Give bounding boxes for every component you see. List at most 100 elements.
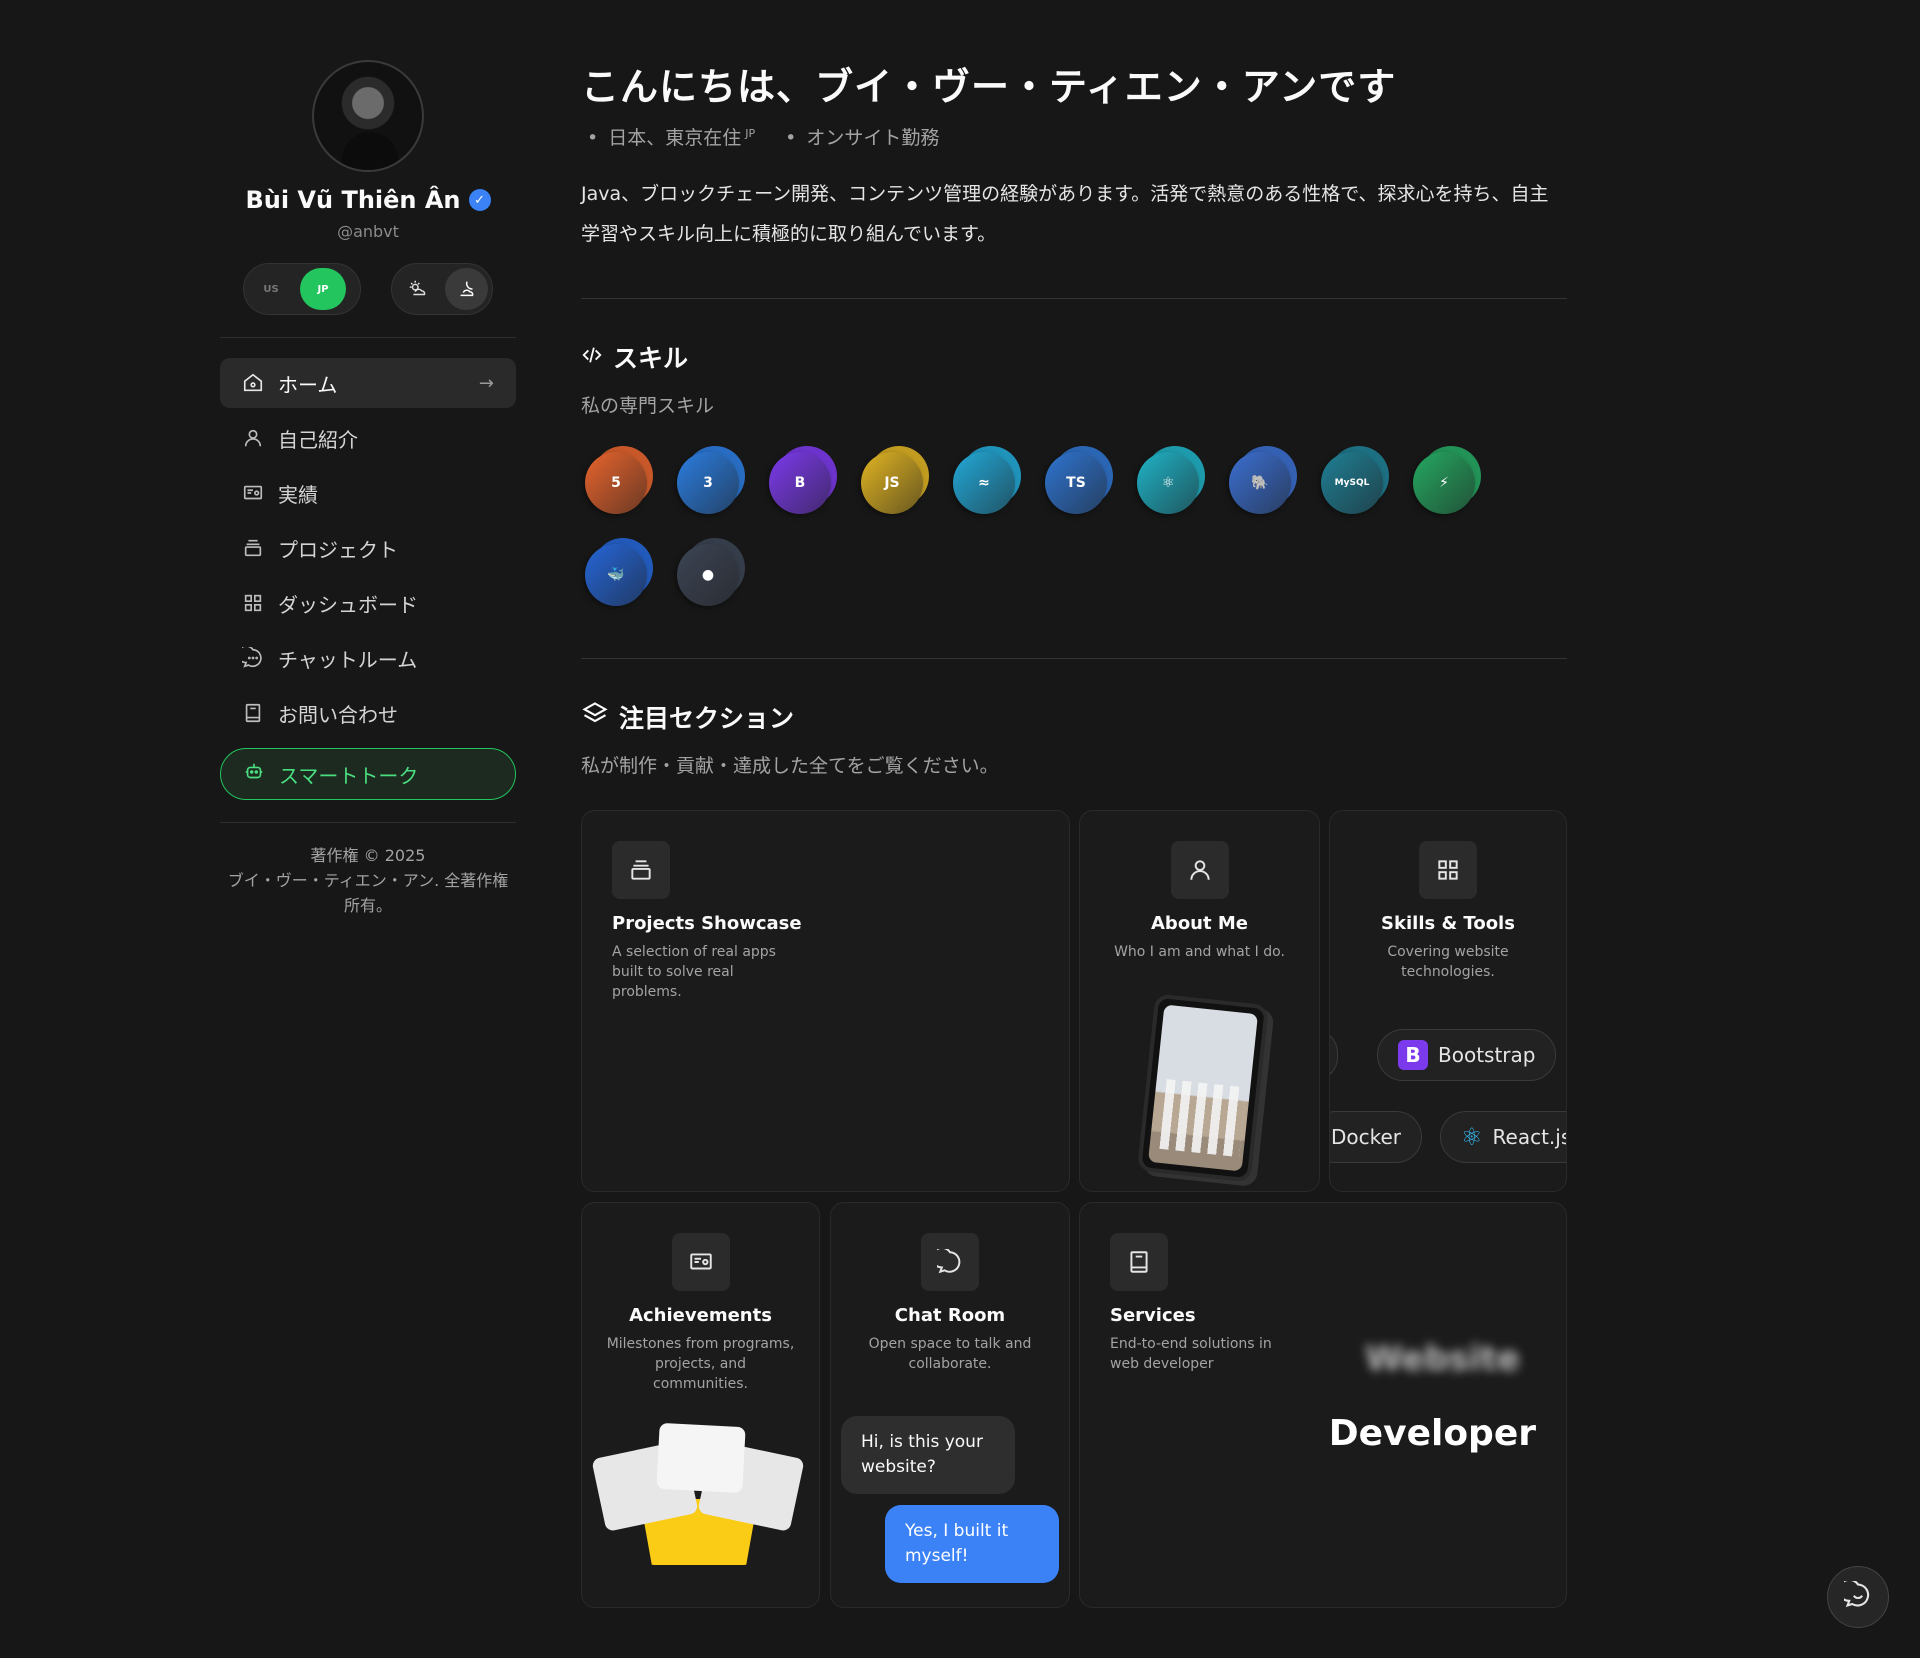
services-word-main: Developer bbox=[1328, 1413, 1536, 1454]
book-icon bbox=[242, 702, 264, 724]
skill-badge[interactable]: 3 bbox=[673, 446, 745, 518]
skill-glyph: 5 bbox=[611, 475, 621, 491]
skill-pill-partial: l bbox=[1330, 1029, 1338, 1081]
skill-icon: ● bbox=[677, 544, 739, 606]
nav-item-about[interactable]: 自己紹介 bbox=[220, 413, 516, 463]
skill-badge[interactable]: B bbox=[765, 446, 837, 518]
skill-badge[interactable]: ⚡ bbox=[1409, 446, 1481, 518]
skill-icon: MySQL bbox=[1321, 452, 1383, 514]
skill-icon: B bbox=[769, 452, 831, 514]
card-desc: Milestones from programs, projects, and … bbox=[606, 1336, 795, 1392]
skill-badge[interactable]: ≈ bbox=[949, 446, 1021, 518]
skill-icon: ⚡ bbox=[1413, 452, 1475, 514]
card-desc: Who I am and what I do. bbox=[1114, 944, 1285, 960]
chat-fab-button[interactable] bbox=[1827, 1566, 1889, 1628]
skill-icon: TS bbox=[1045, 452, 1107, 514]
about-card[interactable]: About Me Who I am and what I do. bbox=[1079, 810, 1320, 1192]
chat-room-card[interactable]: Chat Room Open space to talk and collabo… bbox=[830, 1202, 1070, 1608]
book-icon bbox=[1110, 1233, 1168, 1291]
card-title: Services bbox=[1110, 1305, 1196, 1326]
nav-label: ダッシュボード bbox=[278, 592, 418, 617]
achievements-card[interactable]: Achievements Milestones from programs, p… bbox=[581, 1202, 820, 1608]
skills-title: スキル bbox=[613, 344, 689, 373]
projects-card[interactable]: Projects Showcase A selection of real ap… bbox=[581, 810, 1070, 1192]
skill-glyph: TS bbox=[1066, 475, 1086, 491]
chat-icon bbox=[1837, 1578, 1872, 1613]
nav-label: ホーム bbox=[278, 372, 338, 397]
skills-tools-card[interactable]: Skills & Tools Covering website technolo… bbox=[1329, 810, 1567, 1192]
sidebar-divider-bottom bbox=[220, 822, 516, 823]
sidebar: Bùi Vũ Thiên Ân ✓ @anbvt US JP ホーム → 自己紹… bbox=[220, 60, 516, 918]
skill-icon: 🐘 bbox=[1229, 452, 1291, 514]
card-title: Skills & Tools bbox=[1381, 913, 1515, 934]
theme-toggle[interactable] bbox=[391, 263, 493, 315]
skill-pill-label: Bootstrap bbox=[1438, 1043, 1536, 1067]
nav-label: 実績 bbox=[278, 482, 318, 507]
skill-badge[interactable]: ⚛ bbox=[1133, 446, 1205, 518]
skill-glyph: JS bbox=[884, 475, 900, 491]
skill-glyph: 3 bbox=[703, 475, 713, 491]
skill-badge[interactable]: TS bbox=[1041, 446, 1113, 518]
chat-icon bbox=[242, 647, 264, 669]
nav-item-achievements[interactable]: 実績 bbox=[220, 468, 516, 518]
user-icon bbox=[1170, 841, 1229, 899]
profile-name: Bùi Vũ Thiên Ân bbox=[245, 186, 461, 214]
language-toggle[interactable]: US JP bbox=[243, 263, 361, 315]
sidebar-divider bbox=[220, 337, 516, 338]
card-desc: End-to-end solutions in web developer bbox=[1110, 1336, 1272, 1372]
smart-talk-button[interactable]: スマートトーク bbox=[220, 748, 516, 800]
dark-theme-icon[interactable] bbox=[445, 268, 488, 310]
chat-bubble-incoming: Hi, is this your website? bbox=[841, 1416, 1015, 1494]
featured-heading: 注目セクション bbox=[581, 699, 1567, 735]
skill-icon: 3 bbox=[677, 452, 739, 514]
skill-badge[interactable]: ● bbox=[673, 538, 745, 610]
stack-icon bbox=[612, 841, 670, 899]
section-divider bbox=[581, 298, 1567, 299]
skill-glyph: ● bbox=[701, 567, 715, 583]
hero-meta: 日本、東京在住JP オンサイト勤務 bbox=[581, 123, 1567, 150]
profile-handle: @anbvt bbox=[337, 222, 399, 241]
nav-label: チャットルーム bbox=[278, 647, 418, 672]
dashboard-icon bbox=[242, 592, 264, 614]
work-mode: オンサイト勤務 bbox=[785, 123, 939, 150]
dashboard-icon bbox=[1419, 841, 1477, 899]
skill-badge[interactable]: MySQL bbox=[1317, 446, 1389, 518]
nav-item-home[interactable]: ホーム → bbox=[220, 358, 516, 408]
skill-pill-label: React.js bbox=[1492, 1125, 1567, 1149]
services-card[interactable]: Services End-to-end solutions in web dev… bbox=[1079, 1202, 1567, 1608]
nav-item-chatroom[interactable]: チャットルーム bbox=[220, 633, 516, 683]
nav-item-dashboard[interactable]: ダッシュボード bbox=[220, 578, 516, 628]
skill-glyph: B bbox=[794, 475, 806, 491]
skills-subtitle: 私の専門スキル bbox=[581, 395, 715, 417]
nav-item-projects[interactable]: プロジェクト bbox=[220, 523, 516, 573]
user-icon bbox=[242, 427, 264, 449]
profile-name-row: Bùi Vũ Thiên Ân ✓ bbox=[220, 186, 516, 214]
skill-glyph: 🐳 bbox=[607, 567, 625, 583]
card-title: Projects Showcase bbox=[612, 913, 802, 934]
skill-icon: ⚛ bbox=[1137, 452, 1199, 514]
bio: Java、ブロックチェーン開発、コンテンツ管理の経験があります。活発で熱意のある… bbox=[581, 183, 1549, 245]
skill-pill: Docker bbox=[1330, 1111, 1423, 1163]
skill-glyph: 🐘 bbox=[1251, 475, 1269, 491]
page-title: こんにちは、ブイ・ヴー・ティエン・アンです bbox=[581, 65, 1397, 109]
lang-us-option[interactable]: US bbox=[248, 268, 294, 310]
card-title: About Me bbox=[1151, 913, 1248, 934]
copyright: 著作権 © 2025 ブイ・ヴー・ティエン・アン. 全著作権所有。 bbox=[220, 843, 516, 918]
skill-badge[interactable]: 🐳 bbox=[581, 538, 653, 610]
skill-icon: JS bbox=[861, 452, 923, 514]
skill-glyph: MySQL bbox=[1334, 478, 1370, 488]
skill-badge[interactable]: 5 bbox=[581, 446, 653, 518]
card-title: Chat Room bbox=[894, 1305, 1006, 1326]
skill-badge[interactable]: 🐘 bbox=[1225, 446, 1297, 518]
nav-item-contact[interactable]: お問い合わせ bbox=[220, 688, 516, 738]
copyright-line2: ブイ・ヴー・ティエン・アン. 全著作権所有。 bbox=[227, 871, 509, 915]
robot-icon bbox=[243, 761, 265, 788]
toggle-group: US JP bbox=[220, 263, 516, 315]
skill-badge[interactable]: JS bbox=[857, 446, 929, 518]
light-theme-icon[interactable] bbox=[396, 268, 439, 310]
skill-glyph: ⚛ bbox=[1161, 475, 1175, 491]
cube-icon bbox=[581, 700, 609, 734]
smart-talk-label: スマートトーク bbox=[279, 763, 419, 788]
avatar[interactable] bbox=[312, 60, 424, 172]
lang-jp-option[interactable]: JP bbox=[300, 268, 346, 310]
